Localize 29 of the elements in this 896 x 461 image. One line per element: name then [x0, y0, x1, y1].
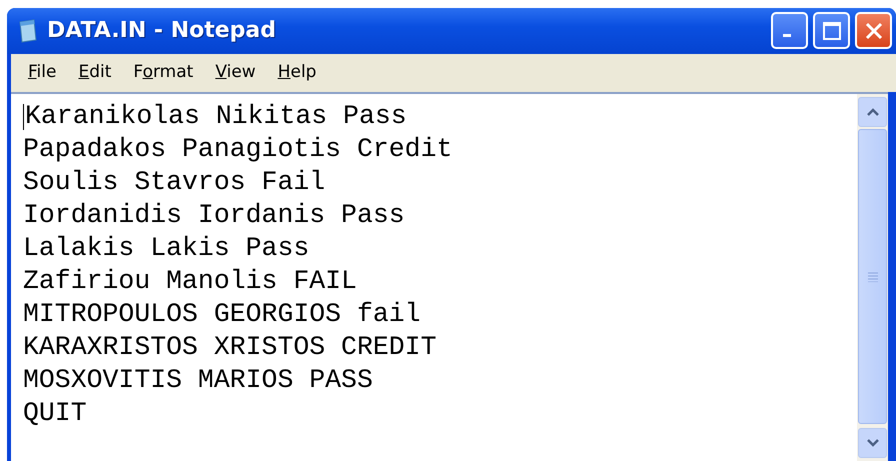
text-line: Soulis Stavros Fail [23, 166, 326, 199]
scrollbar[interactable] [857, 94, 888, 461]
text-line: KARAXRISTOS XRISTOS CREDIT [23, 331, 436, 364]
text-line: Papadakos Panagiotis Credit [23, 133, 452, 166]
text-line: MOSXOVITIS MARIOS PASS [23, 364, 373, 397]
text-line: Lalakis Lakis Pass [23, 232, 310, 265]
text-line: MITROPOULOS GEORGIOS fail [23, 298, 421, 331]
scroll-down-button[interactable] [858, 428, 887, 458]
text-line: Iordanidis Iordanis Pass [23, 199, 405, 232]
text-cursor [23, 104, 24, 130]
notepad-icon [17, 18, 39, 43]
close-icon [864, 20, 884, 41]
text-line: QUIT [23, 397, 87, 430]
maximize-button[interactable] [813, 12, 850, 50]
menu-item[interactable]: View [204, 60, 267, 86]
maximize-icon [822, 20, 842, 41]
grip-icon [868, 272, 878, 282]
menu-item[interactable]: Format [122, 60, 204, 86]
text-line: Karanikolas Nikitas Pass [25, 100, 407, 133]
scroll-up-button[interactable] [858, 97, 887, 127]
minimize-icon [782, 34, 790, 38]
window-title: DATA.IN - Notepad [47, 17, 276, 46]
close-button[interactable] [855, 12, 892, 50]
menu-item[interactable]: Help [266, 60, 328, 86]
minimize-button[interactable] [771, 12, 808, 50]
menu-item[interactable]: Edit [67, 60, 122, 86]
menu-item[interactable]: File [17, 60, 68, 86]
scroll-thumb[interactable] [858, 129, 887, 424]
text-line: Zafiriou Manolis FAIL [23, 265, 357, 298]
